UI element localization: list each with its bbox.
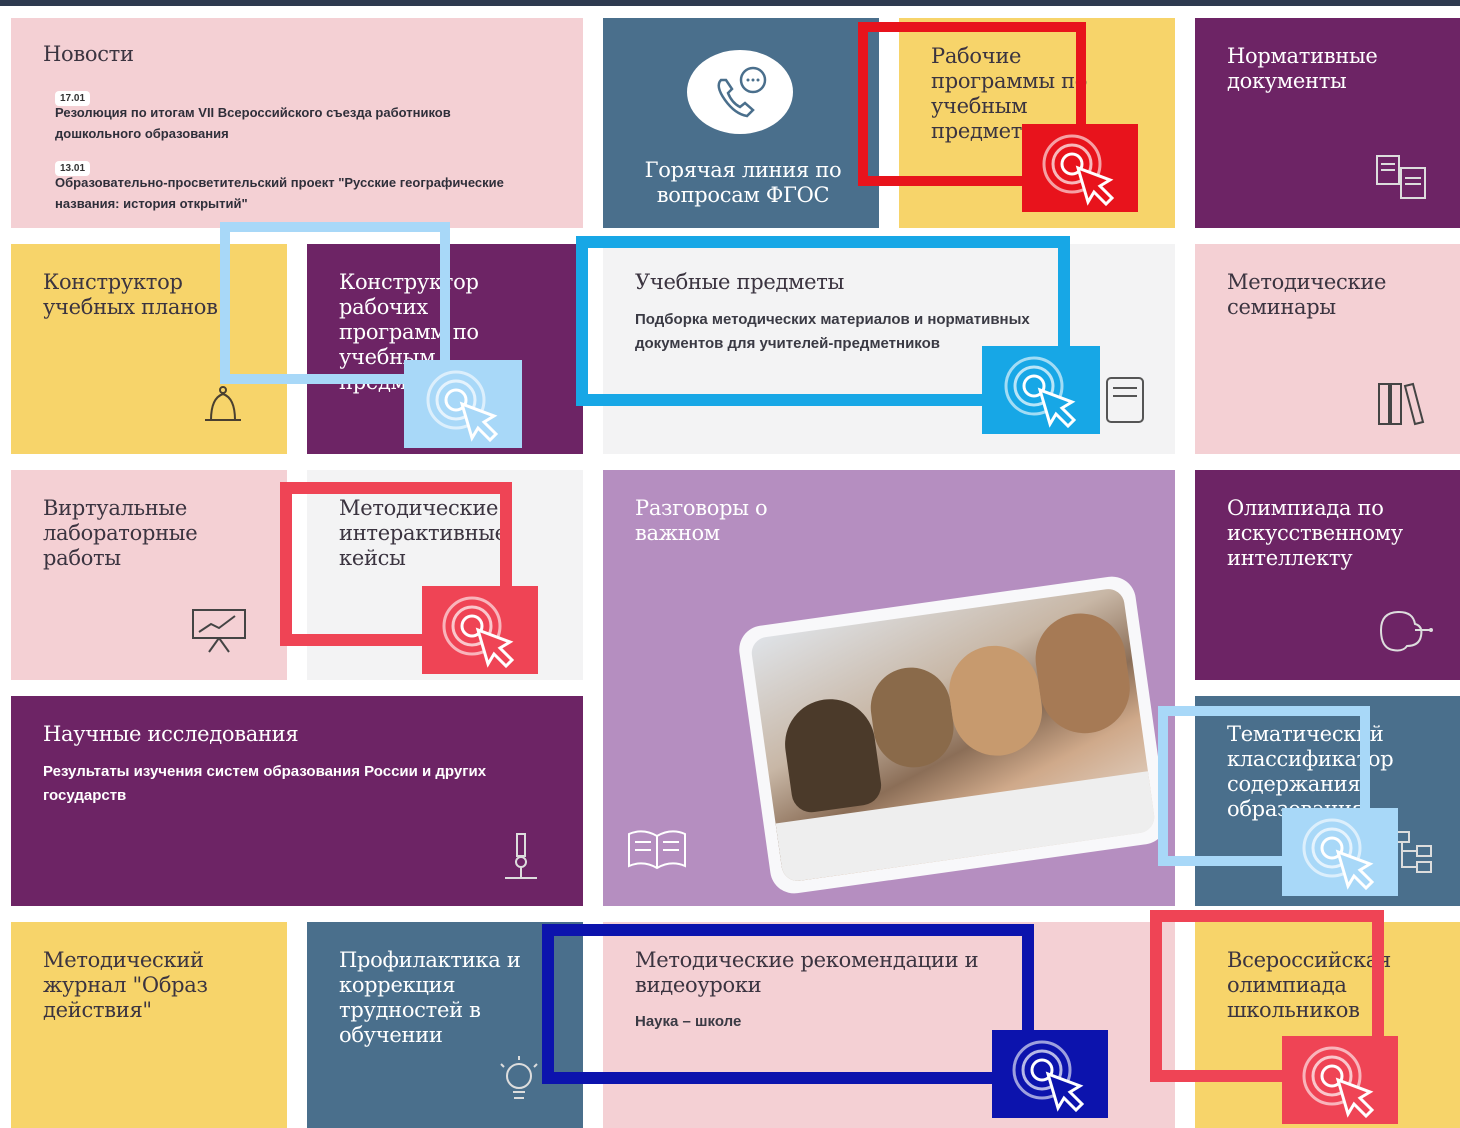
click-cursor-icon [404,360,522,448]
normative-docs-title: Нормативные документы [1227,44,1378,93]
tile-seminars[interactable]: Методические семинары [1195,244,1460,454]
tile-hotline[interactable]: Горячая линия по вопросам ФГОС [603,18,879,228]
journal-title: Методический журнал "Образ действия" [43,948,208,1022]
recommendations-title: Методические рекомендации и видеоуроки [635,948,979,997]
click-cursor-icon [982,346,1100,434]
ai-olympiad-title: Олимпиада по искусственному интеллекту [1227,496,1403,570]
news-item-1[interactable]: Резолюция по итогам VII Всероссийского с… [55,102,535,144]
news-title: Новости [43,42,134,66]
recommendations-description: Наука – школе [635,1013,742,1030]
prevention-title: Профилактика и коррекция трудностей в об… [339,948,521,1047]
click-cursor-icon [422,586,538,674]
tile-journal[interactable]: Методический журнал "Образ действия" [11,922,287,1128]
tile-research[interactable]: Научные исследования Результаты изучения… [11,696,583,906]
classifier-title: Тематический классификатор содержания об… [1227,722,1394,821]
classroom-photo [736,573,1170,897]
open-book-icon [625,824,689,876]
research-description: Результаты изучения систем образования Р… [43,763,487,804]
curriculum-builder-title: Конструктор учебных планов [43,270,218,319]
click-cursor-icon [1282,1036,1398,1124]
tile-conversations[interactable]: Разговоры о важном [603,470,1175,906]
virtual-labs-title: Виртуальные лабораторные работы [43,496,198,570]
tile-prevention[interactable]: Профилактика и коррекция трудностей в об… [307,922,583,1128]
cases-title: Методические интерактивные кейсы [339,496,507,570]
conversations-title: Разговоры о важном [635,496,768,545]
lightbulb-icon [487,1054,551,1106]
tile-news[interactable]: Новости 17.01 Резолюция по итогам VII Вс… [11,18,583,228]
subjects-title: Учебные предметы [635,270,845,294]
click-cursor-icon [992,1030,1108,1118]
hotline-title: Горячая линия по вопросам ФГОС [644,158,842,207]
tile-normative-docs[interactable]: Нормативные документы [1195,18,1460,228]
tile-curriculum-builder[interactable]: Конструктор учебных планов [11,244,287,454]
hierarchy-icon [1391,826,1455,878]
bell-icon [191,376,255,428]
books-icon [1371,378,1435,430]
seminars-title: Методические семинары [1227,270,1387,319]
tile-virtual-labs[interactable]: Виртуальные лабораторные работы [11,470,287,680]
top-bar [0,0,1460,6]
microscope-icon [489,830,553,882]
document-list-icon [1093,374,1157,426]
documents-icon [1371,152,1435,204]
research-title: Научные исследования [43,722,299,746]
click-cursor-icon [1022,124,1138,212]
news-item-2[interactable]: Образовательно-просветительский проект "… [55,172,535,214]
phone-chat-icon [687,50,793,134]
click-cursor-icon [1282,808,1398,896]
presentation-icon [187,604,251,656]
olympiad-title: Всероссийская олимпиада школьников [1227,948,1391,1022]
brain-circuit-icon [1371,604,1435,656]
tile-ai-olympiad[interactable]: Олимпиада по искусственному интеллекту [1195,470,1460,680]
